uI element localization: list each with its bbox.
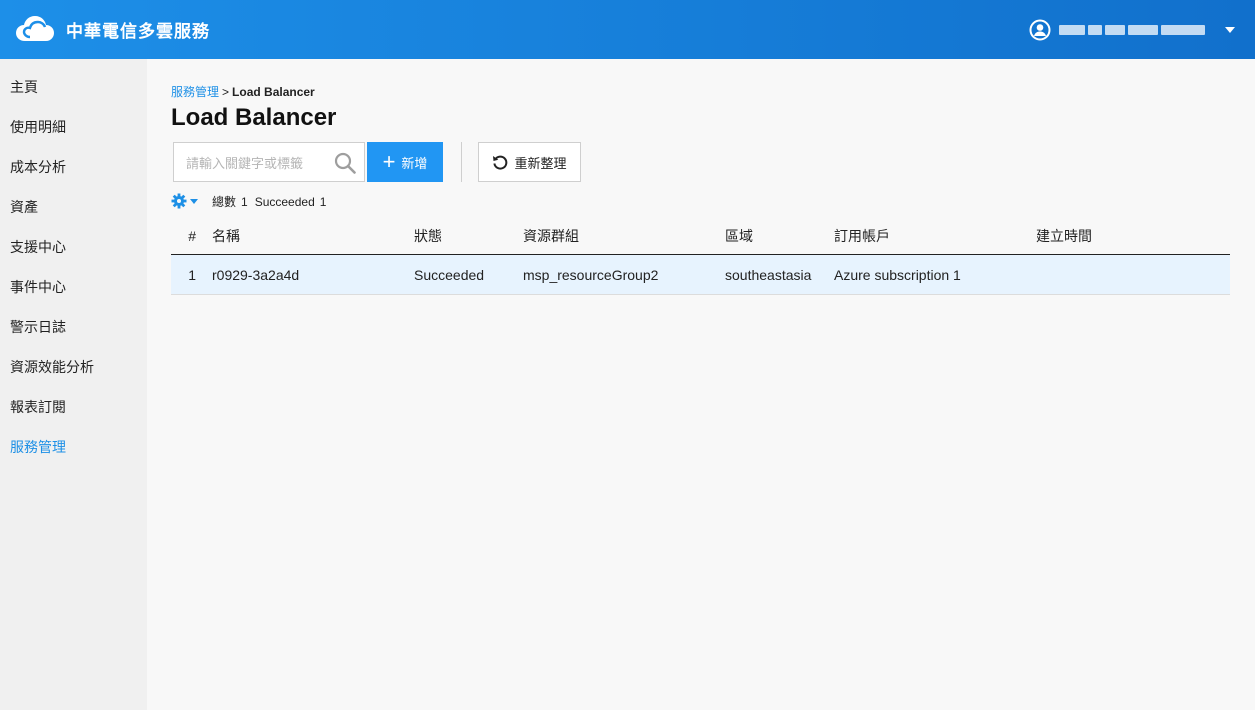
sidebar-item-cost-analysis[interactable]: 成本分析 <box>0 147 147 187</box>
status-count: 1 <box>319 194 327 209</box>
summary-counts: 總數 1 Succeeded 1 <box>212 193 331 210</box>
user-name-redacted <box>1059 24 1219 36</box>
top-bar: 中華電信多雲服務 <box>0 0 1255 59</box>
sidebar-item-usage-details[interactable]: 使用明細 <box>0 107 147 147</box>
row-status: Succeeded <box>414 266 485 283</box>
column-header-status[interactable]: 狀態 <box>414 217 442 254</box>
row-name: r0929-3a2a4d <box>212 266 300 283</box>
chevron-down-icon <box>1225 27 1235 33</box>
cloud-logo-icon[interactable] <box>16 15 54 43</box>
row-region: southeastasia <box>725 266 812 283</box>
total-count: 1 <box>241 194 248 209</box>
main-content: 服務管理>Load Balancer Load Balancer + 新增 重新… <box>171 59 1231 710</box>
column-header-index: # <box>188 227 196 244</box>
search-icon[interactable] <box>334 152 356 174</box>
row-resource-group: msp_resourceGroup2 <box>523 266 659 283</box>
user-menu[interactable] <box>1029 18 1235 42</box>
breadcrumb-separator: > <box>222 85 230 99</box>
column-header-subscription[interactable]: 訂用帳戶 <box>834 217 890 254</box>
summary-bar: 總數 1 Succeeded 1 <box>171 192 331 210</box>
row-subscription: Azure subscription 1 <box>834 266 961 283</box>
breadcrumb-current: Load Balancer <box>232 85 315 99</box>
column-header-resource-group[interactable]: 資源群組 <box>523 217 579 254</box>
sidebar-item-support-center[interactable]: 支援中心 <box>0 227 147 267</box>
gear-icon <box>171 193 187 209</box>
sidebar-item-assets[interactable]: 資產 <box>0 187 147 227</box>
breadcrumb: 服務管理 > Load Balancer <box>171 83 315 100</box>
total-label: 總數 <box>212 194 237 209</box>
row-index: 1 <box>188 266 196 283</box>
chevron-down-icon <box>190 198 198 204</box>
refresh-button[interactable]: 重新整理 <box>478 142 581 182</box>
breadcrumb-link-service-management[interactable]: 服務管理 <box>171 85 219 99</box>
sidebar-item-event-center[interactable]: 事件中心 <box>0 267 147 307</box>
search-input[interactable] <box>186 153 326 173</box>
toolbar: + 新增 重新整理 <box>173 142 673 182</box>
status-label: Succeeded <box>254 194 315 209</box>
add-button[interactable]: + 新增 <box>367 142 443 182</box>
add-button-label: 新增 <box>401 155 428 171</box>
column-header-region[interactable]: 區域 <box>725 217 753 254</box>
column-header-created-time[interactable]: 建立時間 <box>1036 217 1092 254</box>
load-balancer-table: # 名稱 狀態 資源群組 區域 訂用帳戶 建立時間 1 r0929-3a2a4d… <box>171 217 1230 295</box>
sidebar-item-report-subscription[interactable]: 報表訂閱 <box>0 387 147 427</box>
plus-icon: + <box>382 149 396 174</box>
toolbar-divider <box>461 142 462 182</box>
column-header-name[interactable]: 名稱 <box>212 217 240 254</box>
column-settings-button[interactable] <box>171 193 198 209</box>
sidebar: 主頁 使用明細 成本分析 資產 支援中心 事件中心 警示日誌 資源效能分析 報表… <box>0 59 147 710</box>
table-row[interactable]: 1 r0929-3a2a4d Succeeded msp_resourceGro… <box>171 255 1230 295</box>
table-header: # 名稱 狀態 資源群組 區域 訂用帳戶 建立時間 <box>171 217 1230 255</box>
refresh-icon <box>493 155 508 170</box>
sidebar-item-performance-analysis[interactable]: 資源效能分析 <box>0 347 147 387</box>
sidebar-item-service-management[interactable]: 服務管理 <box>0 427 147 467</box>
page-title: Load Balancer <box>171 104 337 131</box>
app-title: 中華電信多雲服務 <box>66 22 210 41</box>
search-box <box>173 142 365 182</box>
user-circle-icon <box>1029 19 1051 41</box>
sidebar-item-alert-log[interactable]: 警示日誌 <box>0 307 147 347</box>
refresh-button-label: 重新整理 <box>514 155 567 171</box>
sidebar-item-home[interactable]: 主頁 <box>0 67 147 107</box>
